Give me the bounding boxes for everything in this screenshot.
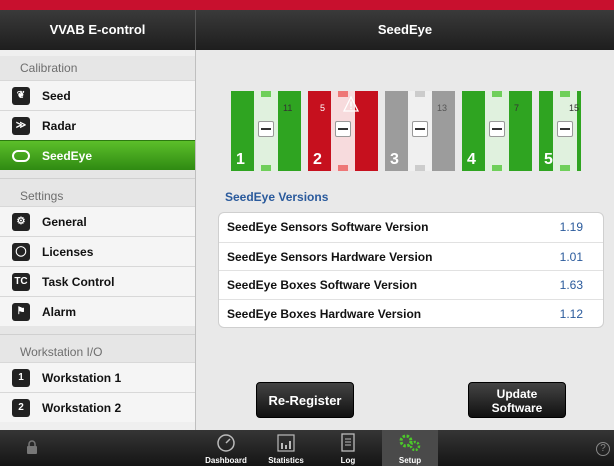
row-number: 4 [467,151,476,168]
sidebar-item-label: Radar [42,119,77,133]
version-label: SeedEye Sensors Software Version [227,220,429,234]
radar-icon: ≫ [12,117,30,135]
sensor-strip [485,91,509,171]
row-number: 2 [313,151,322,168]
sensor-strip [408,91,432,171]
sidebar-item-general[interactable]: ⚙ General [0,206,195,236]
version-label: SeedEye Boxes Software Version [227,278,418,292]
sensor-strip [254,91,278,171]
sidebar-item-label: Workstation 2 [42,401,122,415]
row-number: 1 [236,151,245,168]
app-title: VVAB E-control [0,10,196,50]
version-row: SeedEye Boxes Software Version 1.63 [219,270,603,299]
sidebar-item-alarm[interactable]: ⚑ Alarm [0,296,195,326]
version-value: 1.63 [559,278,583,292]
tab-dashboard[interactable]: Dashboard [198,430,254,466]
versions-table: SeedEye Sensors Software Version 1.19 Se… [218,212,604,328]
task-control-icon: TC [12,273,30,291]
tab-setup[interactable]: Setup [382,430,438,466]
tab-log[interactable]: Log [320,430,376,466]
version-value: 1.01 [559,249,583,264]
main-panel: 11 1 5 2 13 3 7 4 15 5 SeedEye Versions … [197,50,614,430]
warning-icon [343,96,359,112]
general-icon: ⚙ [12,213,30,231]
sidebar-item-label: General [42,215,87,229]
row-number: 3 [390,151,399,168]
version-label: SeedEye Boxes Hardware Version [227,306,422,321]
statistics-icon [277,434,295,452]
workstation-1-icon: 1 [12,369,30,387]
update-software-line-1: Update [496,387,538,401]
sidebar-item-label: Seed [42,89,71,103]
bottom-tab-bar: Dashboard Statistics Log Setup ? [0,430,614,466]
version-value: 1.12 [559,306,583,321]
sidebar-item-task-control[interactable]: TC Task Control [0,266,195,296]
sidebar-item-licenses[interactable]: ◯ Licenses [0,236,195,266]
sensor-number: 5 [320,103,326,113]
row-3[interactable]: 13 3 [385,91,455,171]
row-number: 5 [544,151,553,168]
tab-statistics[interactable]: Statistics [258,430,314,466]
sidebar-item-radar[interactable]: ≫ Radar [0,110,195,140]
top-accent-bar [0,0,614,10]
sidebar-item-workstation-1[interactable]: 1 Workstation 1 [0,362,195,392]
sidebar-item-label: Workstation 1 [42,371,122,385]
sidebar-item-seed[interactable]: ❦ Seed [0,80,195,110]
sidebar: Calibration ❦ Seed ≫ Radar SeedEye Setti… [0,50,196,430]
sidebar-item-seedeye[interactable]: SeedEye [0,140,195,170]
seedeye-rows: 11 1 5 2 13 3 7 4 15 5 [231,91,581,171]
row-1[interactable]: 11 1 [231,91,301,171]
update-software-button[interactable]: Update Software [468,382,566,418]
help-icon[interactable]: ? [596,442,610,456]
row-5[interactable]: 15 5 [539,91,581,171]
header: VVAB E-control SeedEye [0,10,614,50]
sidebar-section-workstation-io: Workstation I/O [0,334,195,362]
version-row: SeedEye Sensors Hardware Version 1.01 [219,241,603,271]
dashboard-icon [217,434,235,452]
sensor-number: 15 [569,103,580,113]
sidebar-section-calibration: Calibration [0,56,195,80]
row-2[interactable]: 5 2 [308,91,378,171]
seed-icon: ❦ [12,87,30,105]
tab-label: Setup [398,456,422,465]
row-4[interactable]: 7 4 [462,91,532,171]
update-software-line-2: Software [491,401,543,415]
alarm-icon: ⚑ [12,303,30,321]
sidebar-item-label: Alarm [42,305,77,319]
sensor-number: 11 [283,103,293,113]
setup-icon [399,434,421,452]
version-row: SeedEye Boxes Hardware Version 1.12 [219,298,603,328]
version-value: 1.19 [559,220,583,234]
lock-icon[interactable] [26,440,38,454]
sidebar-gap [0,326,195,334]
version-row: SeedEye Sensors Software Version 1.19 [219,213,603,242]
sidebar-item-workstation-2[interactable]: 2 Workstation 2 [0,392,195,422]
workstation-2-icon: 2 [12,399,30,417]
sidebar-section-settings: Settings [0,178,195,206]
sensor-number: 7 [514,103,520,113]
licenses-icon: ◯ [12,243,30,261]
page-title: SeedEye [377,22,433,37]
tab-label: Statistics [268,456,304,465]
sensor-number: 13 [437,103,448,113]
tab-label: Log [340,456,356,465]
sidebar-gap [0,170,195,178]
sidebar-item-label: Task Control [42,275,115,289]
sidebar-item-label: Licenses [42,245,94,259]
version-label: SeedEye Sensors Hardware Version [227,249,433,264]
sidebar-item-label: SeedEye [42,149,93,163]
versions-title: SeedEye Versions [225,190,329,204]
log-icon [341,433,355,452]
tab-label: Dashboard [205,456,247,465]
seedeye-icon [12,150,30,162]
re-register-button[interactable]: Re-Register [256,382,354,418]
